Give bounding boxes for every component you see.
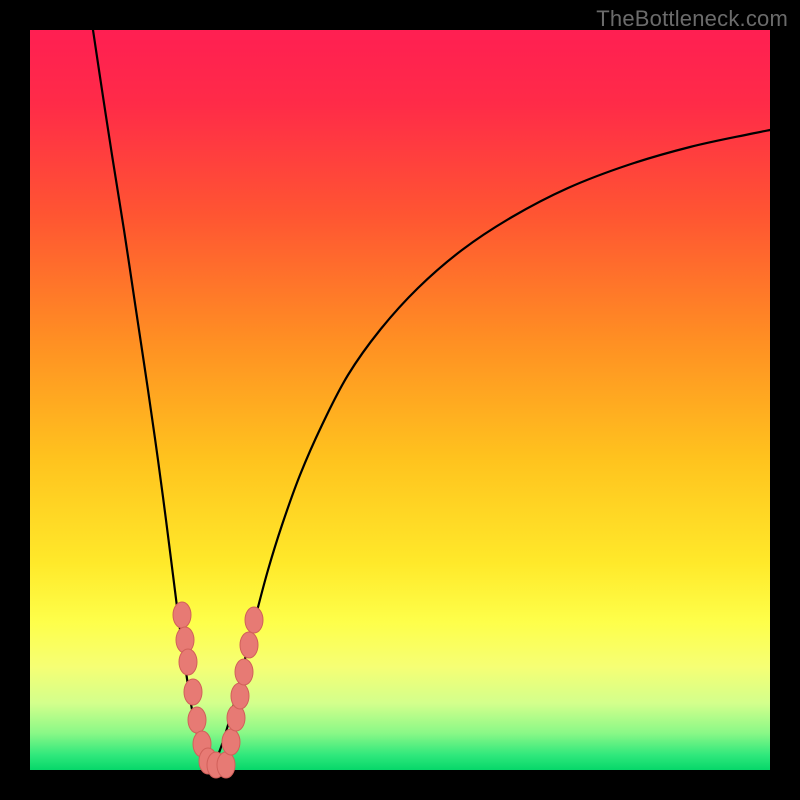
curves-layer [30,30,770,770]
valley-marker [240,632,258,658]
plot-area [30,30,770,770]
valley-marker [222,729,240,755]
valley-marker [173,602,191,628]
valley-markers [173,602,263,778]
valley-marker [245,607,263,633]
valley-marker [217,752,235,778]
chart-frame: TheBottleneck.com [0,0,800,800]
right-curve [212,130,770,768]
valley-marker [184,679,202,705]
valley-marker [188,707,206,733]
valley-marker [176,627,194,653]
valley-marker [179,649,197,675]
valley-marker [235,659,253,685]
valley-marker [231,683,249,709]
watermark-text: TheBottleneck.com [596,6,788,32]
